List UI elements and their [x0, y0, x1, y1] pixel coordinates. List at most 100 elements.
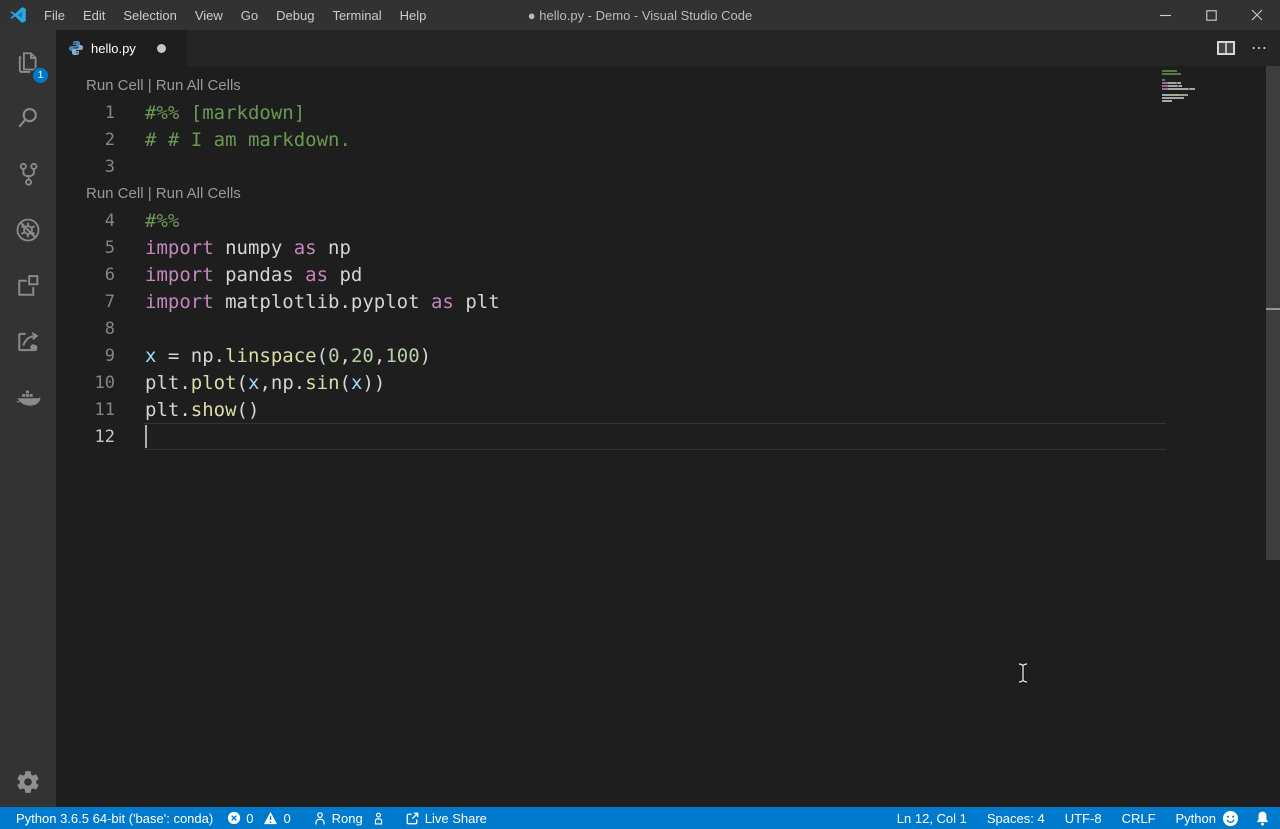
- code-row-11[interactable]: 11plt.show(): [56, 396, 1280, 423]
- minimap[interactable]: [1162, 70, 1262, 106]
- line-number: 7: [56, 292, 115, 312]
- line-number: 10: [56, 373, 115, 393]
- codelens-row: Run Cell | Run All Cells: [56, 72, 1280, 99]
- status-bar: Python 3.6.5 64-bit ('base': conda) 0: [0, 807, 1280, 829]
- live-share-icon: [14, 328, 42, 356]
- line-number: 2: [56, 130, 115, 150]
- maximize-button[interactable]: [1188, 0, 1234, 30]
- line-number: 8: [56, 319, 115, 339]
- python-icon: [68, 40, 84, 56]
- live-share-activity-button[interactable]: [0, 314, 56, 370]
- menu-item-view[interactable]: View: [186, 0, 232, 30]
- error-icon: [227, 811, 241, 825]
- code-row-6[interactable]: 6import pandas as pd: [56, 261, 1280, 288]
- menu-item-file[interactable]: File: [35, 0, 74, 30]
- editor-actions: ⋯: [1217, 30, 1280, 66]
- line-number: 5: [56, 238, 115, 258]
- codelens-run-all-cells[interactable]: Run All Cells: [156, 77, 241, 94]
- scrollbar-slider[interactable]: [1266, 66, 1280, 560]
- explorer-badge: 1: [32, 67, 49, 84]
- menu-item-go[interactable]: Go: [232, 0, 267, 30]
- code-row-7[interactable]: 7import matplotlib.pyplot as plt: [56, 288, 1280, 315]
- menu-item-edit[interactable]: Edit: [74, 0, 114, 30]
- live-share-user-status[interactable]: Rong: [313, 811, 383, 826]
- line-number: 1: [56, 103, 115, 123]
- tab-modified-dot[interactable]: [157, 44, 166, 53]
- codelens-separator: |: [144, 185, 156, 202]
- indentation-status[interactable]: Spaces: 4: [987, 811, 1045, 826]
- close-button[interactable]: [1234, 0, 1280, 30]
- code-row-1[interactable]: 1#%% [markdown]: [56, 99, 1280, 126]
- encoding-status[interactable]: UTF-8: [1065, 811, 1102, 826]
- source-control-icon: [14, 160, 42, 188]
- menu-item-debug[interactable]: Debug: [267, 0, 323, 30]
- tab-hello-py[interactable]: hello.py: [56, 30, 187, 66]
- code-line-content: import numpy as np: [115, 237, 351, 259]
- line-number: 12: [56, 427, 115, 447]
- menu-item-terminal[interactable]: Terminal: [323, 0, 390, 30]
- explorer-button[interactable]: 1: [0, 34, 56, 90]
- eol-status[interactable]: CRLF: [1122, 811, 1156, 826]
- tab-bar: hello.py ⋯: [56, 30, 1280, 66]
- cursor-position-status[interactable]: Ln 12, Col 1: [897, 811, 967, 826]
- participant-icon: [374, 812, 383, 825]
- code-row-2[interactable]: 2# # I am markdown.: [56, 126, 1280, 153]
- code-line-content: #%% [markdown]: [115, 102, 305, 124]
- more-actions-icon[interactable]: ⋯: [1251, 38, 1268, 58]
- warning-count: 0: [283, 811, 290, 826]
- code-row-4[interactable]: 4#%%: [56, 207, 1280, 234]
- person-icon: [313, 811, 327, 826]
- search-icon: [14, 104, 42, 132]
- live-share-user-name: Rong: [332, 811, 363, 826]
- live-share-button[interactable]: Live Share: [405, 811, 487, 826]
- vertical-scrollbar[interactable]: [1265, 66, 1280, 807]
- line-number: 11: [56, 400, 115, 420]
- problems-status[interactable]: 0 0: [227, 811, 290, 826]
- source-control-button[interactable]: [0, 146, 56, 202]
- search-button[interactable]: [0, 90, 56, 146]
- error-count: 0: [246, 811, 253, 826]
- bell-icon[interactable]: [1255, 810, 1270, 827]
- docker-icon: [14, 384, 42, 412]
- codelens-run-cell[interactable]: Run Cell: [86, 185, 144, 202]
- menu-item-selection[interactable]: Selection: [114, 0, 185, 30]
- python-interpreter-status[interactable]: Python 3.6.5 64-bit ('base': conda): [16, 811, 213, 826]
- tab-label: hello.py: [91, 41, 136, 56]
- code-editor[interactable]: Run Cell | Run All Cells1#%% [markdown]2…: [56, 66, 1280, 807]
- status-bar-right: Ln 12, Col 1 Spaces: 4 UTF-8 CRLF Python: [897, 811, 1216, 826]
- menubar: FileEditSelectionViewGoDebugTerminalHelp: [35, 0, 435, 30]
- split-editor-icon[interactable]: [1217, 41, 1235, 55]
- warning-icon: [263, 811, 278, 825]
- line-number: 3: [56, 157, 115, 177]
- code-row-10[interactable]: 10plt.plot(x,np.sin(x)): [56, 369, 1280, 396]
- extensions-button[interactable]: [0, 258, 56, 314]
- debug-icon: [14, 216, 42, 244]
- line-number: 9: [56, 346, 115, 366]
- docker-button[interactable]: [0, 370, 56, 426]
- overview-ruler-cursor-mark: [1266, 308, 1280, 310]
- settings-gear-icon: [15, 769, 41, 795]
- vscode-window: FileEditSelectionViewGoDebugTerminalHelp…: [0, 0, 1280, 829]
- debug-button[interactable]: [0, 202, 56, 258]
- text-cursor: [145, 425, 147, 448]
- share-icon: [405, 811, 420, 826]
- line-number: 4: [56, 211, 115, 231]
- minimize-button[interactable]: [1142, 0, 1188, 30]
- codelens-row: Run Cell | Run All Cells: [56, 180, 1280, 207]
- code-line-content: # # I am markdown.: [115, 129, 351, 151]
- menu-item-help[interactable]: Help: [391, 0, 436, 30]
- smiley-icon[interactable]: [1222, 810, 1239, 827]
- language-mode-status[interactable]: Python: [1176, 811, 1216, 826]
- code-row-3[interactable]: 3: [56, 153, 1280, 180]
- mouse-ibeam-cursor: [1016, 662, 1030, 684]
- settings-button[interactable]: [0, 769, 56, 795]
- code-row-9[interactable]: 9x = np.linspace(0,20,100): [56, 342, 1280, 369]
- activity-bar: 1: [0, 30, 56, 807]
- code-row-12[interactable]: 12: [56, 423, 1280, 450]
- codelens-run-all-cells[interactable]: Run All Cells: [156, 185, 241, 202]
- line-number: 6: [56, 265, 115, 285]
- code-row-5[interactable]: 5import numpy as np: [56, 234, 1280, 261]
- window-controls: [1142, 0, 1280, 30]
- codelens-run-cell[interactable]: Run Cell: [86, 77, 144, 94]
- code-row-8[interactable]: 8: [56, 315, 1280, 342]
